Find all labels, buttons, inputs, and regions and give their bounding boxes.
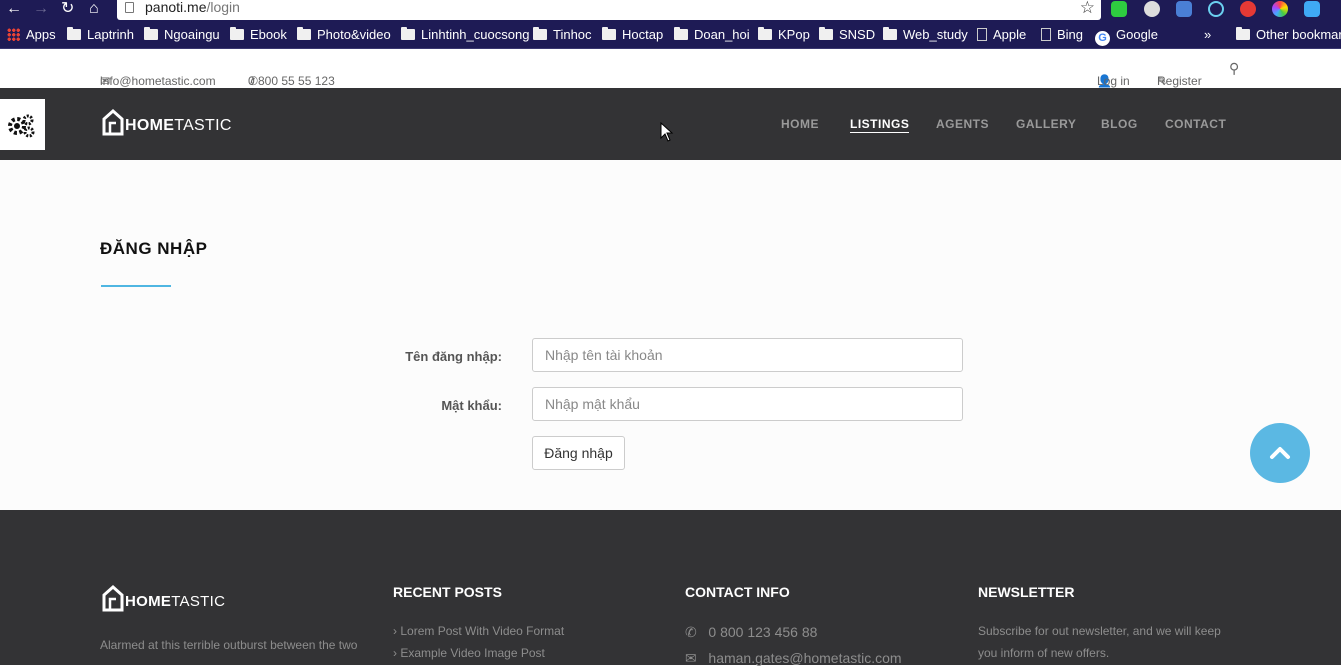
google-icon: G (1095, 31, 1110, 46)
bookmark-kpop[interactable]: KPop (758, 27, 810, 43)
site-header: HOMETASTIC HOME LISTINGS AGENTS GALLERY … (0, 88, 1341, 160)
nav-agents[interactable]: AGENTS (936, 117, 989, 131)
reload-icon[interactable]: ↻ (61, 0, 74, 21)
bookmark-apple[interactable]: Apple (977, 27, 1026, 43)
extension-icon[interactable] (1208, 1, 1224, 17)
folder-icon (819, 27, 833, 40)
browser-toolbar: ← → ↻ ⌂ panoti.me/login ☆ (0, 0, 1341, 21)
folder-icon (602, 27, 616, 40)
password-label: Mật khẩu: (441, 398, 502, 413)
address-bar[interactable]: panoti.me/login ☆ (117, 0, 1101, 20)
bookmark-star-icon[interactable]: ☆ (1080, 0, 1095, 18)
site-footer: HOMETASTIC Alarmed at this terrible outb… (0, 510, 1341, 667)
password-input[interactable] (532, 387, 963, 421)
footer-phone: ✆ 0 800 123 456 88 (685, 624, 818, 640)
username-input[interactable] (532, 338, 963, 372)
login-section: ĐĂNG NHẬP Tên đăng nhập: Mật khẩu: Đăng … (0, 160, 1341, 510)
folder-icon (230, 27, 244, 40)
mouse-cursor-icon (660, 122, 674, 142)
phone-icon: ✆ (685, 624, 697, 640)
folder-icon (533, 27, 547, 40)
folder-icon (401, 27, 415, 40)
page-icon (1041, 28, 1051, 41)
top-contact-bar: ✉ info@hometastic.com ✆ 0 800 55 55 123 … (0, 50, 1341, 88)
footer-email[interactable]: ✉ haman.gates@hometastic.com (685, 650, 902, 667)
bookmark-ebook[interactable]: Ebook (230, 27, 287, 43)
extension-icon[interactable] (1111, 1, 1127, 17)
bookmark-laptrinh[interactable]: Laptrinh (67, 27, 134, 43)
folder-icon (883, 27, 897, 40)
house-logo-icon (102, 584, 124, 612)
extension-icon[interactable] (1304, 1, 1320, 17)
chevron-right-icon: › (393, 646, 397, 660)
address-url: panoti.me/login (145, 0, 240, 15)
newsletter-heading: NEWSLETTER (978, 584, 1075, 600)
page-icon (125, 2, 134, 13)
bookmark-hoctap[interactable]: Hoctap (602, 27, 663, 43)
folder-icon (144, 27, 158, 40)
bookmark-bing[interactable]: Bing (1041, 27, 1083, 43)
title-underline (101, 285, 171, 287)
other-bookmarks[interactable]: Other bookmarks (1236, 27, 1341, 43)
bookmark-snsd[interactable]: SNSD (819, 27, 875, 43)
extension-icon[interactable] (1144, 1, 1160, 17)
bookmark-linhtinh-cuocsong[interactable]: Linhtinh_cuocsong (401, 27, 529, 43)
folder-icon (674, 27, 688, 40)
extension-icon[interactable] (1240, 1, 1256, 17)
bookmark-google[interactable]: G Google (1095, 27, 1158, 46)
folder-icon (297, 27, 311, 40)
chevron-right-icon: › (393, 624, 397, 638)
bookmark-apps[interactable]: Apps (7, 27, 56, 43)
recent-posts-heading: RECENT POSTS (393, 584, 502, 600)
back-arrow-icon[interactable]: ← (6, 0, 22, 21)
extension-icon[interactable] (1272, 1, 1288, 17)
home-icon[interactable]: ⌂ (89, 0, 99, 21)
folder-icon (1236, 27, 1250, 40)
forward-arrow-icon[interactable]: → (33, 0, 49, 21)
footer-about-text: Alarmed at this terrible outburst betwee… (100, 638, 358, 652)
bookmark-doan-hoi[interactable]: Doan_hoi (674, 27, 750, 43)
login-submit-button[interactable]: Đăng nhập (532, 436, 625, 470)
bookmarks-more-button[interactable]: » (1204, 27, 1211, 43)
bookmark-tinhoc[interactable]: Tinhoc (533, 27, 592, 43)
page-icon (977, 28, 987, 41)
bookmarks-bar: Apps Laptrinh Ngoaingu Ebook Photo&video… (0, 21, 1341, 49)
bookmark-photo-video[interactable]: Photo&video (297, 27, 391, 43)
footer-logo[interactable]: HOMETASTIC (101, 584, 225, 612)
nav-gallery[interactable]: GALLERY (1016, 117, 1076, 131)
envelope-icon: ✉ (685, 650, 697, 666)
bookmark-web-study[interactable]: Web_study (883, 27, 968, 43)
nav-blog[interactable]: BLOG (1101, 117, 1138, 131)
folder-icon (758, 27, 772, 40)
nav-home[interactable]: HOME (781, 117, 819, 131)
apps-grid-icon (7, 28, 20, 41)
back-to-top-button[interactable] (1250, 423, 1310, 483)
bookmark-ngoaingu[interactable]: Ngoaingu (144, 27, 220, 43)
newsletter-text-line1: Subscribe for out newsletter, and we wil… (978, 624, 1221, 638)
recent-post-link[interactable]: › Lorem Post With Video Format (393, 624, 564, 638)
contact-info-heading: CONTACT INFO (685, 584, 790, 600)
newsletter-text-line2: you inform of new offers. (978, 646, 1110, 660)
page-title: ĐĂNG NHẬP (100, 239, 208, 258)
chevron-up-icon (1270, 447, 1290, 459)
nav-listings[interactable]: LISTINGS (850, 117, 910, 133)
nav-contact[interactable]: CONTACT (1165, 117, 1226, 131)
translate-extension-icon[interactable] (1176, 1, 1192, 17)
settings-toggle[interactable] (0, 99, 45, 150)
recent-post-link[interactable]: › Example Video Image Post (393, 646, 545, 660)
site-logo[interactable]: HOMETASTIC (101, 108, 232, 136)
search-icon[interactable]: ⚲ (1229, 60, 1239, 77)
username-label: Tên đăng nhập: (405, 349, 502, 364)
gears-icon (8, 114, 35, 138)
house-logo-icon (102, 108, 124, 136)
folder-icon (67, 27, 81, 40)
